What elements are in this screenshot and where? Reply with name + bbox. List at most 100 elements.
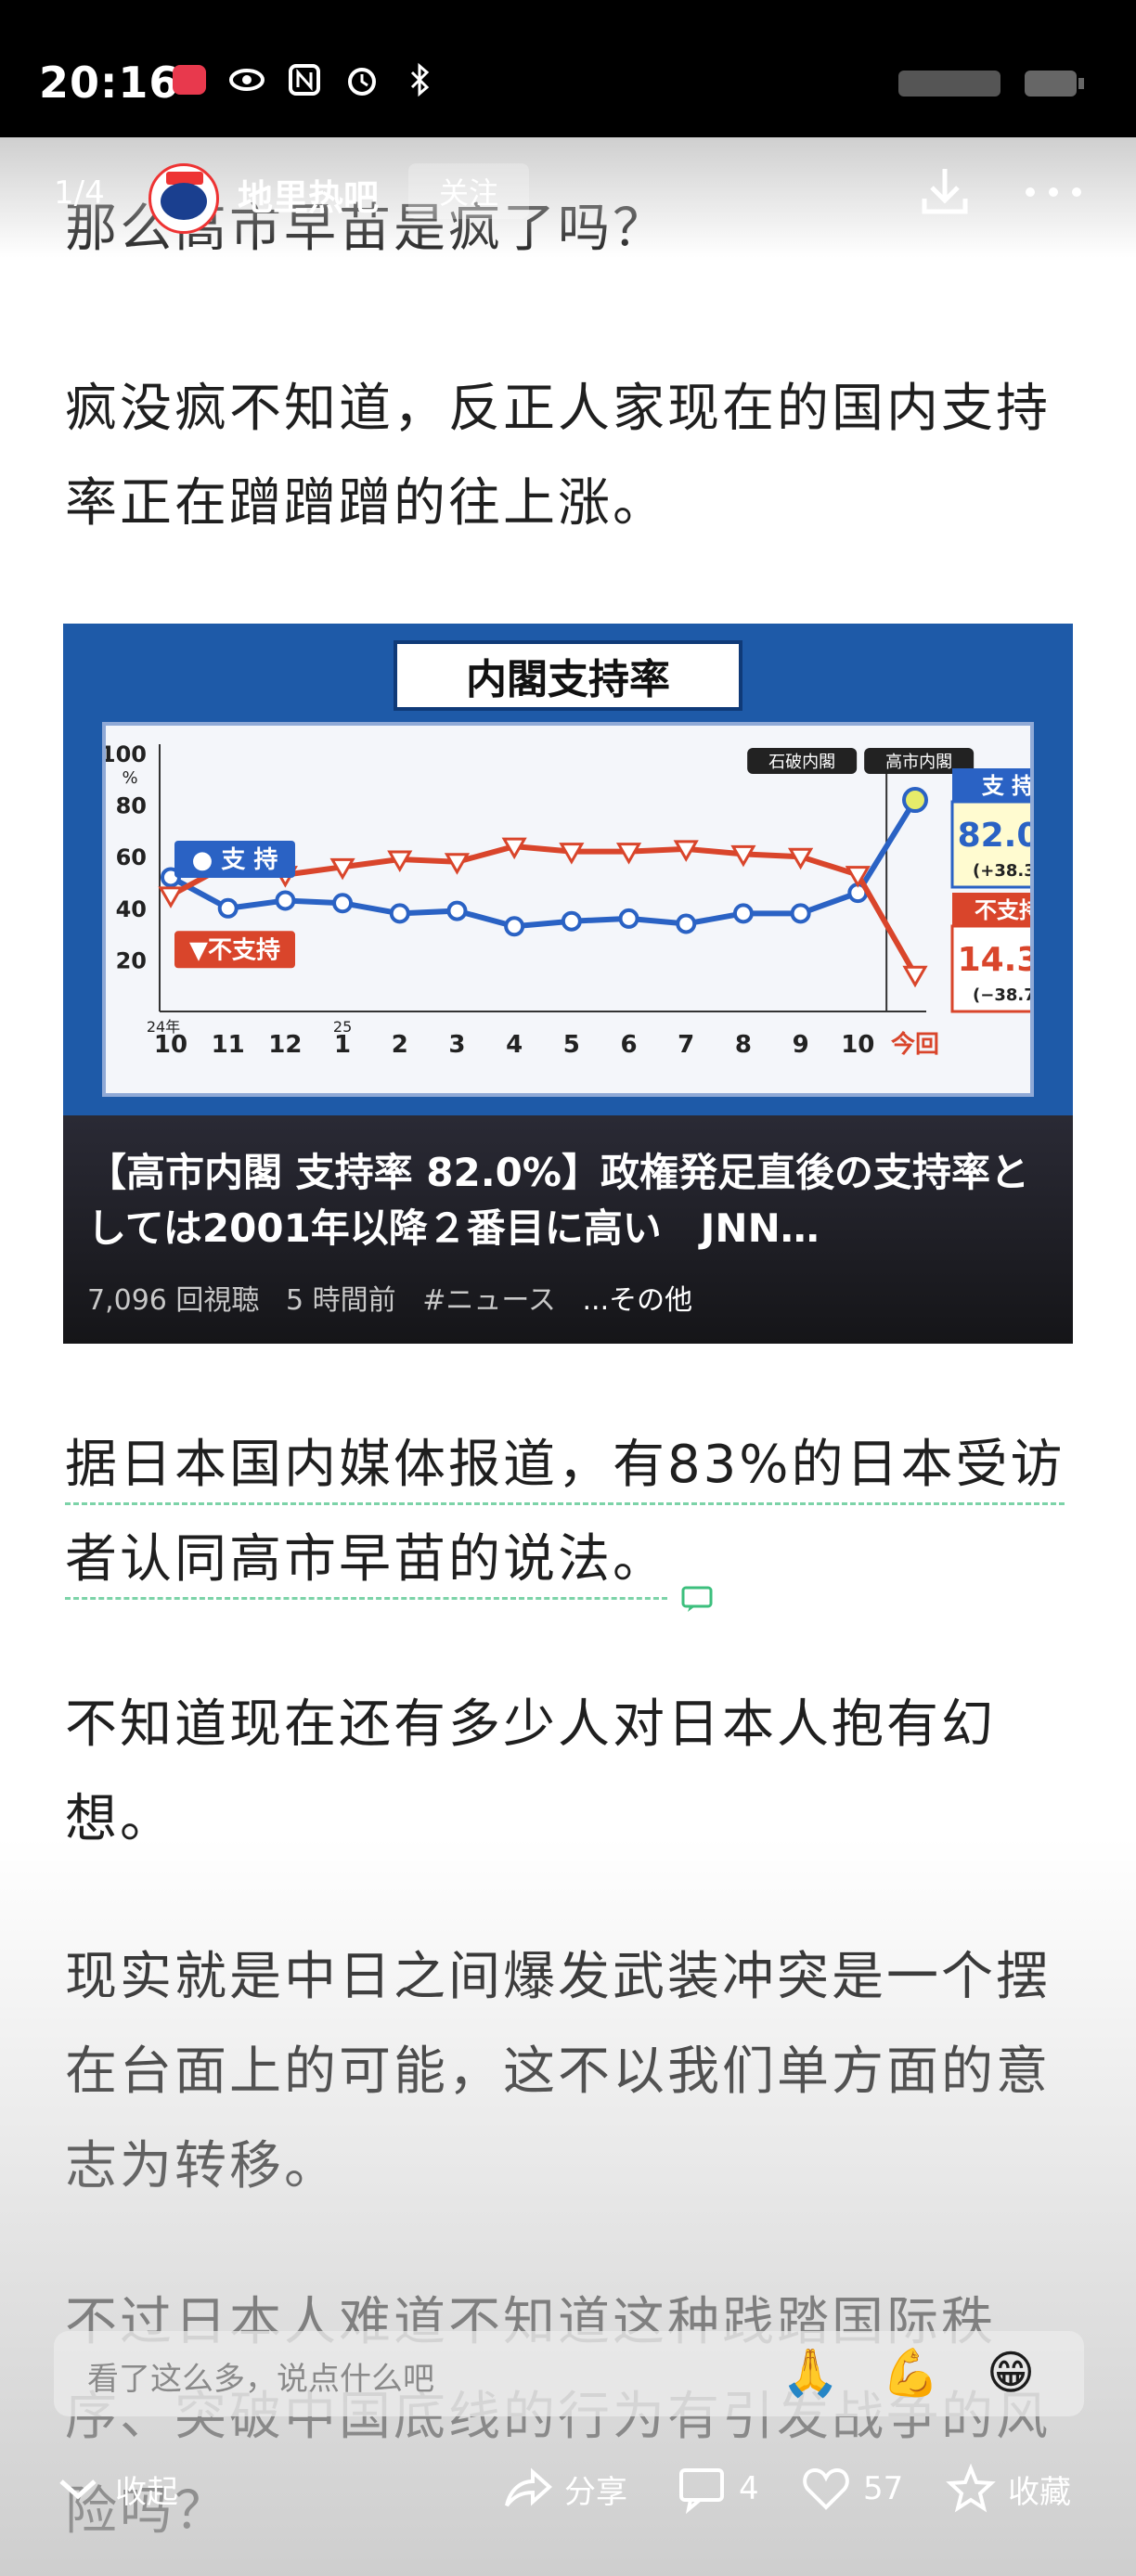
video-card[interactable]: 内閣支持率 100 80 60 40 20% 10 11 12 1 2 3 4 5 6 7 8 9 10 今回 24年… [63,624,1073,1344]
emoji-grin-icon[interactable]: 😁 [982,2344,1039,2402]
period-label: 石破内閣 [768,753,835,772]
battery-icon [1023,63,1088,104]
callout-change: (−38.7) [973,985,1030,1005]
y-tick-label: 20 [116,947,147,973]
highlighted-quote[interactable]: 据日本国内媒体报道，有83%的日本受访者认同高市早苗的说法。 [65,1435,1065,1600]
collapse-label: 收起 [115,2473,178,2511]
top-bar: 1/4 地里热吧 关注 [0,137,1136,258]
data-point [158,886,184,908]
download-icon[interactable] [919,163,971,219]
video-meta: 7,096 回視聴 5 時間前 #ニュース ...その他 [87,1277,692,1318]
data-point [902,965,928,988]
callout-value: 82.0 [958,817,1030,855]
data-point [446,900,468,921]
author-name[interactable]: 地里热吧 [238,169,379,220]
legend-label: ● 支 持 [192,846,278,874]
share-icon [505,2467,553,2507]
favorite-button[interactable]: 收藏 [945,2463,1071,2515]
video-more-link[interactable]: ...その他 [583,1284,693,1317]
data-point [732,903,754,924]
comment-button[interactable]: 4 [676,2463,759,2515]
comment-placeholder: 看了这么多，说点什么吧 [87,2361,434,2398]
video-title: 【高市内閣 支持率 82.0%】政権発足直後の支持率としては2001年以降２番目… [87,1150,1029,1251]
status-bar: 20:16 [0,0,1136,137]
callout-label: 不支持 [975,897,1030,923]
data-point [332,893,354,914]
x-tick-label: 12 [268,1031,302,1059]
x-tick-label: 5 [563,1031,580,1059]
article-paragraph: 据日本国内媒体报道，有83%的日本受访者认同高市早苗的说法。 [65,1418,1086,1612]
nfc-icon [286,61,323,98]
star-icon [946,2463,996,2513]
data-point [275,890,296,911]
eye-icon [228,61,265,98]
status-icons [171,61,438,98]
data-point [561,910,582,932]
video-tag: #ニュース [422,1284,556,1317]
legend-label: ▼不支持 [189,936,280,964]
x-tick-label: 2 [392,1031,408,1059]
video-info: 【高市内閣 支持率 82.0%】政権発足直後の支持率としては2001年以降２番目… [63,1115,1073,1344]
chart-title: 内閣支持率 [394,640,742,711]
video-views: 7,096 回視聴 [87,1284,260,1317]
y-tick-label: 40 [116,896,147,922]
action-bar: 收起 分享 4 57 收藏 [0,2450,1136,2539]
share-label: 分享 [564,2473,627,2511]
y-tick-label: 80 [116,793,147,819]
more-options-icon[interactable] [1021,178,1086,206]
x-year-label: 25 [333,1018,352,1036]
y-tick-label: 100 [106,741,147,767]
bluetooth-icon [401,61,438,98]
data-point [217,897,239,919]
comment-bubble-icon[interactable] [680,1549,714,1612]
x-tick-label: 9 [793,1031,809,1059]
emoji-pray-icon[interactable]: 🙏 [781,2344,839,2402]
share-button[interactable]: 分享 [501,2463,627,2515]
collapse-button[interactable]: 收起 [52,2463,178,2515]
data-point [790,903,811,924]
follow-button[interactable]: 关注 [408,163,529,219]
x-tick-label: 今回 [891,1030,939,1059]
x-tick-label: 4 [506,1031,523,1059]
app-notification-icon [171,61,208,98]
data-point [504,916,525,937]
y-tick-label: 60 [116,844,147,870]
comment-count: 4 [739,2470,759,2507]
like-button[interactable]: 57 [800,2463,903,2515]
x-tick-label: 6 [620,1031,637,1059]
x-tick-label: 8 [735,1031,752,1059]
chart-panel: 100 80 60 40 20% 10 11 12 1 2 3 4 5 6 7 8 9 10 今回 24年 25 石破内閣… [100,722,1065,1097]
callout-change: (+38.3) [973,861,1030,881]
callout-label: 支 持 [982,773,1030,799]
data-point [902,787,928,814]
data-point [389,903,410,924]
x-tick-label: 3 [448,1031,465,1059]
video-time: 5 時間前 [286,1284,396,1317]
approval-chart: 10080604020%10 11 12 1 2 3 4 5 6 7 8 9 10 今回24年 25石破内閣… [100,741,1065,1059]
article-paragraph: 现实就是中日之间爆发武装冲突是一个摆在台面上的可能，这不以我们单方面的意志为转移… [65,1947,1051,2196]
x-tick-label: 10 [841,1031,874,1059]
callout-value: 14.3 [958,941,1030,979]
page-indicator: 1/4 [54,174,105,212]
like-count: 57 [863,2470,904,2507]
x-tick-label: 7 [678,1031,694,1059]
comment-input[interactable]: 看了这么多，说点什么吧 🙏 💪 😁 [54,2331,1084,2416]
alarm-icon [343,61,381,98]
favorite-label: 收藏 [1008,2473,1071,2511]
x-year-label: 24年 [147,1018,180,1036]
y-unit-label: % [122,768,137,788]
x-tick-label: 11 [212,1031,245,1059]
data-point [618,908,639,929]
article-paragraph: 不知道现在还有多少人对日本人抱有幻想。 [65,1694,996,1849]
emoji-muscle-icon[interactable]: 💪 [882,2344,939,2402]
comment-icon [679,2468,724,2515]
author-avatar[interactable] [148,163,219,234]
video-thumbnail: 内閣支持率 100 80 60 40 20% 10 11 12 1 2 3 4 5 6 7 8 9 10 今回 24年… [63,624,1073,1115]
status-right-icons [898,63,1088,104]
chevron-down-icon [59,2479,97,2500]
avatar-image [161,183,207,220]
status-time: 20:16 [39,58,180,108]
period-label: 高市内閣 [885,753,952,772]
heart-icon [803,2467,849,2510]
signal-icon [898,63,1010,104]
